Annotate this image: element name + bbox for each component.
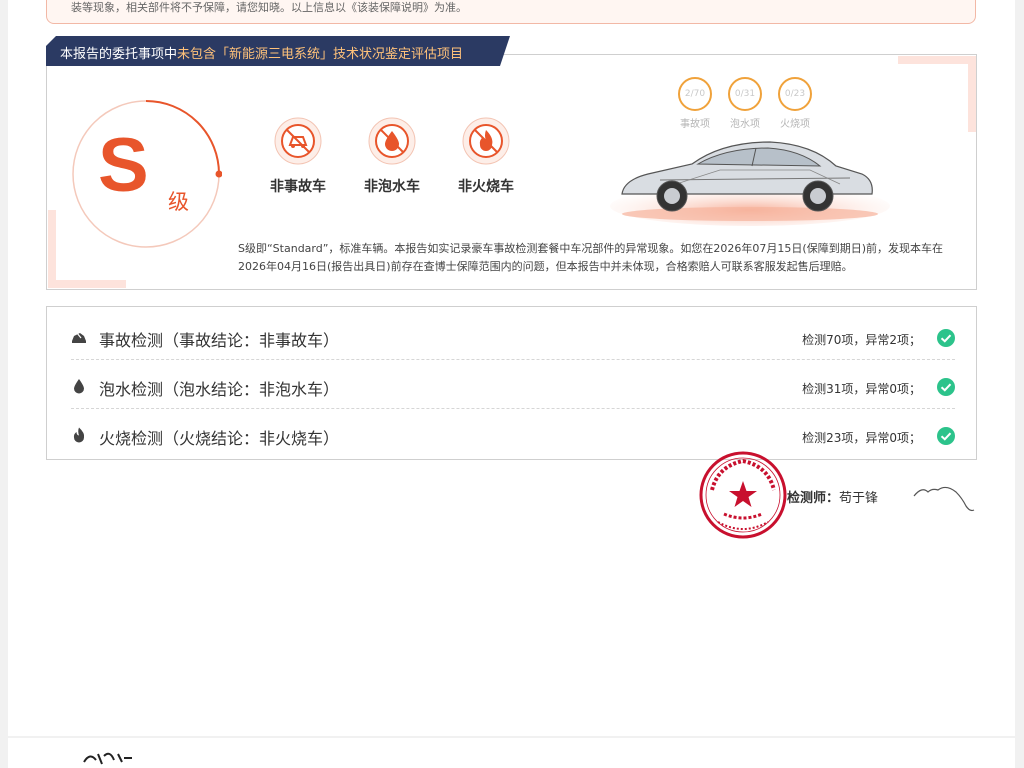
banner-highlight: 未包含「新能源三电系统」技术状况鉴定评估项目: [177, 47, 464, 62]
badge-no-accident: 非事故车: [266, 116, 330, 196]
badge-label: 非事故车: [270, 179, 326, 195]
corner-decoration: [48, 210, 56, 280]
result-title: 火烧检测（火烧结论：非火烧车）: [99, 429, 340, 448]
no-fire-icon: [462, 117, 510, 165]
result-row-accident[interactable]: 事故检测（事故结论：非事故车） 检测70项，异常2项；: [71, 311, 955, 360]
next-page-strip: [8, 738, 1015, 768]
result-summary: 检测31项，异常0项；: [802, 382, 921, 396]
handwritten-signature: [913, 486, 975, 512]
water-drop-icon: [74, 379, 84, 394]
check-icon: [937, 427, 955, 445]
stat-value: 0/31: [734, 89, 756, 99]
banner-prefix: 本报告的委托事项中: [60, 47, 178, 62]
result-row-fire[interactable]: 火烧检测（火烧结论：非火烧车） 检测23项，异常0项；: [71, 409, 955, 458]
corner-decoration: [898, 56, 976, 64]
inspector-signature-line: 检测师：苟于锋: [787, 487, 878, 506]
badge-no-fire: 非火烧车: [454, 116, 518, 196]
grade-banner-text: 本报告的委托事项中未包含「新能源三电系统」技术状况鉴定评估项目: [60, 43, 463, 62]
warranty-notice-text: 装等现象，相关部件将不予保障，请您知晓。以上信息以《该装保障说明》为准。: [71, 1, 467, 14]
result-title: 泡水检测（泡水结论：非泡水车）: [99, 380, 340, 399]
car-illustration: [610, 141, 890, 226]
badge-no-flood: 非泡水车: [360, 116, 424, 196]
inspector-label: 检测师：: [787, 491, 840, 506]
stat-value: 2/70: [684, 89, 706, 99]
check-icon: [937, 378, 955, 396]
no-accident-icon: [274, 117, 322, 165]
result-row-flood[interactable]: 泡水检测（泡水结论：非泡水车） 检测31项，异常0项；: [71, 360, 955, 409]
grade-level-suffix: 级: [168, 190, 189, 214]
grade-letter: S: [98, 123, 149, 208]
check-icon: [937, 329, 955, 347]
stat-value: 0/23: [784, 89, 806, 99]
inspector-name: 苟于锋: [839, 491, 879, 506]
inspection-results: 事故检测（事故结论：非事故车） 检测70项，异常2项； 泡水检测（泡水结论：非泡…: [46, 306, 977, 460]
company-seal: [699, 451, 787, 539]
no-flood-icon: [368, 117, 416, 165]
result-summary: 检测70项，异常2项；: [802, 333, 921, 347]
stat-ring: 0/31: [728, 77, 762, 111]
badge-label: 非火烧车: [458, 179, 514, 195]
next-page-logo-fragment: [83, 752, 132, 765]
result-summary: 检测23项，异常0项；: [802, 431, 921, 445]
stat-ring: 2/70: [678, 77, 712, 111]
badge-label: 非泡水车: [364, 179, 420, 195]
stat-ring: 0/23: [778, 77, 812, 111]
flame-icon: [73, 427, 85, 443]
car-crash-icon: [72, 332, 86, 343]
warranty-notice: 装等现象，相关部件将不予保障，请您知晓。以上信息以《该装保障说明》为准。: [46, 0, 976, 24]
grade-description: S级即“Standard”，标准车辆。本报告如实记录豪车事故检测套餐中车况部件的…: [238, 242, 943, 273]
corner-decoration: [968, 56, 976, 132]
result-title: 事故检测（事故结论：非事故车）: [99, 331, 340, 350]
corner-decoration: [48, 280, 126, 288]
